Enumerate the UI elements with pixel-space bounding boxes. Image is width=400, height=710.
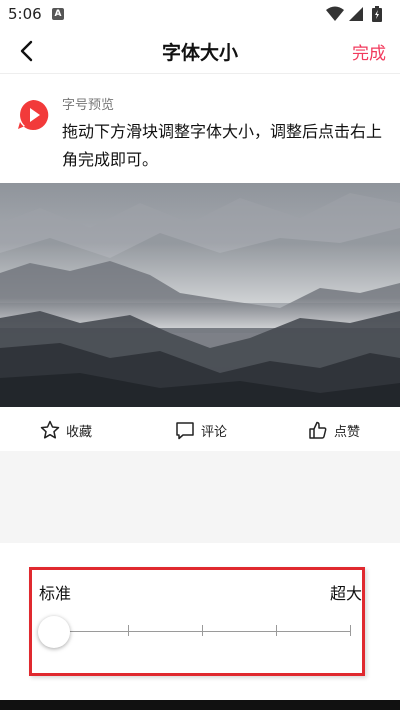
slider-tick[interactable] — [350, 625, 351, 636]
signal-icon — [349, 7, 363, 21]
comment-label: 评论 — [201, 424, 228, 440]
slider-tick[interactable] — [202, 625, 203, 636]
nav-bar: 字体大小 完成 — [0, 28, 400, 74]
like-button[interactable]: 点赞 — [308, 419, 360, 441]
thumbs-up-icon — [309, 421, 327, 439]
content-placeholder — [0, 451, 400, 543]
back-arrow-icon — [20, 40, 33, 62]
preview-label: 字号预览 — [62, 98, 115, 113]
preview-text: 拖动下方滑块调整字体大小，调整后点击右上角完成即可。 — [62, 122, 383, 169]
status-time: 5:06 — [8, 5, 42, 23]
notification-icon: A — [52, 8, 64, 20]
status-bar: 5:06 A — [0, 0, 400, 28]
slider-tick[interactable] — [128, 625, 129, 636]
battery-icon — [372, 6, 382, 22]
back-button[interactable] — [12, 36, 42, 66]
status-icons — [326, 6, 390, 22]
landscape-image — [0, 183, 400, 407]
app-logo-icon — [18, 99, 49, 130]
favorite-button[interactable]: 收藏 — [40, 419, 92, 441]
comment-button[interactable]: 评论 — [175, 419, 227, 441]
done-button[interactable]: 完成 — [352, 39, 386, 64]
slider-max-label: 超大 — [329, 584, 362, 603]
font-size-slider: 标准 超大 — [29, 567, 365, 676]
like-label: 点赞 — [334, 424, 361, 440]
action-bar: 收藏 评论 点赞 — [0, 407, 400, 451]
star-icon — [40, 420, 60, 439]
system-nav-bar — [0, 700, 400, 710]
slider-thumb[interactable] — [38, 616, 70, 648]
slider-min-label: 标准 — [39, 584, 72, 603]
page-title: 字体大小 — [161, 42, 238, 64]
slider-tick[interactable] — [276, 625, 277, 636]
comment-icon — [176, 422, 194, 440]
wifi-icon — [326, 6, 344, 21]
favorite-label: 收藏 — [66, 424, 93, 440]
